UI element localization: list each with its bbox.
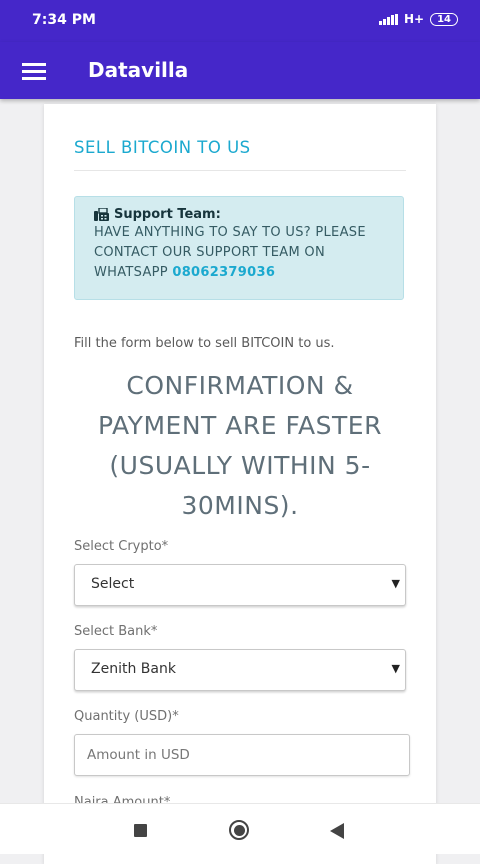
crypto-label: Select Crypto* bbox=[74, 539, 169, 554]
sell-bitcoin-card: SELL BITCOIN TO US Support Team: HAVE AN… bbox=[44, 104, 436, 864]
bank-label: Select Bank* bbox=[74, 624, 158, 639]
title-divider bbox=[74, 170, 406, 171]
alert-title: Support Team: bbox=[114, 207, 221, 222]
headline-text: CONFIRMATION & PAYMENT ARE FASTER (USUAL… bbox=[98, 371, 382, 520]
intro-text: Fill the form below to sell BITCOIN to u… bbox=[74, 336, 335, 351]
circle-home-icon[interactable] bbox=[229, 820, 249, 840]
quantity-input[interactable] bbox=[74, 734, 410, 776]
alert-title-row: Support Team: bbox=[94, 207, 403, 222]
support-alert: Support Team: HAVE ANYTHING TO SAY TO US… bbox=[74, 196, 404, 300]
battery-icon: 14 bbox=[430, 12, 458, 26]
crypto-select[interactable]: Select ▼ bbox=[74, 564, 406, 606]
alert-message: HAVE ANYTHING TO SAY TO US? PLEASE CONTA… bbox=[94, 223, 403, 283]
card-title: SELL BITCOIN TO US bbox=[74, 138, 251, 157]
status-bar: 7:34 PM H+ 14 bbox=[0, 0, 480, 42]
triangle-back-icon[interactable] bbox=[330, 823, 344, 839]
signal-icon bbox=[378, 13, 398, 25]
caret-down-icon: ▼ bbox=[391, 577, 400, 590]
app-title: Datavilla bbox=[88, 58, 189, 82]
hamburger-menu-icon[interactable] bbox=[22, 60, 48, 80]
network-type: H+ bbox=[403, 12, 425, 26]
whatsapp-number[interactable]: 08062379036 bbox=[172, 265, 275, 280]
caret-down-icon: ▼ bbox=[391, 662, 400, 675]
quantity-label: Quantity (USD)* bbox=[74, 709, 179, 724]
fax-icon bbox=[94, 208, 109, 221]
crypto-select-value: Select bbox=[91, 576, 135, 592]
status-time: 7:34 PM bbox=[32, 12, 96, 28]
system-nav-bar bbox=[0, 803, 480, 854]
status-icons: H+ 14 bbox=[378, 12, 458, 26]
app-bar: Datavilla bbox=[0, 42, 480, 99]
bank-select[interactable]: Zenith Bank ▼ bbox=[74, 649, 406, 691]
square-recents-icon[interactable] bbox=[134, 824, 147, 837]
bank-select-value: Zenith Bank bbox=[91, 661, 176, 677]
